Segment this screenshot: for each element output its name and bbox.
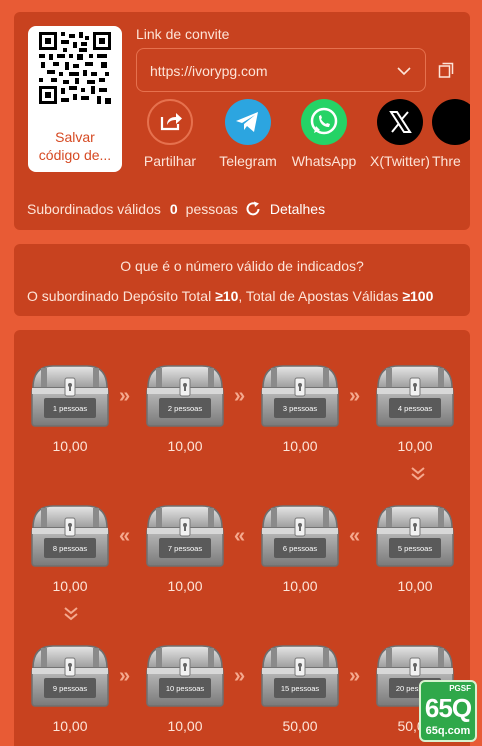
treasure-chest-7[interactable]: 7 pessoas — [144, 502, 226, 568]
arrow-left-icon: « — [119, 525, 131, 547]
refresh-icon[interactable] — [244, 200, 262, 218]
chest-label: 15 pessoas — [280, 684, 320, 693]
share-icon — [147, 99, 193, 145]
chest-label: 2 pessoas — [167, 404, 203, 413]
invite-link-label: Link de convite — [136, 26, 230, 42]
chest-label: 4 pessoas — [397, 404, 433, 413]
chest-label: 5 pessoas — [397, 544, 433, 553]
arrow-right-icon: » — [349, 385, 361, 407]
share-label: X(Twitter) — [370, 153, 430, 169]
qr-caption-line1: Salvar — [55, 129, 95, 145]
subordinates-count: 0 — [169, 201, 178, 217]
share-button-x-twitter[interactable]: X(Twitter) — [364, 99, 436, 169]
arrow-left-icon: « — [234, 525, 246, 547]
treasure-chest-11[interactable]: 15 pessoas — [259, 642, 341, 708]
arrow-right-icon: » — [349, 665, 361, 687]
chest-reward-value: 10,00 — [167, 718, 203, 734]
chest-label: 10 pessoas — [165, 684, 205, 693]
rule-middle: , Total de Apostas Válidas — [238, 288, 403, 304]
chest-reward-value: 10,00 — [52, 578, 88, 594]
arrow-right-icon: » — [234, 385, 246, 407]
arrow-down-icon — [64, 607, 78, 621]
share-button-whatsapp[interactable]: WhatsApp — [288, 99, 360, 169]
arrow-right-icon: » — [234, 665, 246, 687]
chest-reward-value: 10,00 — [52, 718, 88, 734]
whatsapp-icon — [301, 99, 347, 145]
telegram-icon — [225, 99, 271, 145]
qr-code-icon — [39, 32, 111, 104]
arrow-down-icon — [411, 467, 425, 481]
rule-deposit: ≥10 — [215, 288, 239, 304]
treasure-chest-2[interactable]: 2 pessoas — [144, 362, 226, 428]
treasure-chest-10[interactable]: 10 pessoas — [144, 642, 226, 708]
details-link[interactable]: Detalhes — [270, 201, 325, 217]
chest-label: 3 pessoas — [282, 404, 318, 413]
rule-text: O subordinado Depósito Total ≥10, Total … — [27, 288, 433, 304]
chests-card: 1 pessoas 10,00 2 pessoas 10,00 3 pessoa… — [14, 330, 470, 746]
share-label: Telegram — [219, 153, 277, 169]
chest-reward-value: 10,00 — [397, 438, 433, 454]
chevron-down-icon[interactable] — [397, 64, 411, 78]
treasure-chest-1[interactable]: 1 pessoas — [29, 362, 111, 428]
chest-reward-value: 10,00 — [282, 438, 318, 454]
copy-icon[interactable] — [438, 62, 454, 78]
valid-referral-rule-card: O que é o número válido de indicados? O … — [14, 244, 470, 316]
share-row: Partilhar Telegram WhatsApp X(Twitter) T… — [134, 99, 470, 171]
logo-domain-text: 65q.com — [425, 725, 471, 737]
qr-code-save-button[interactable]: Salvar código de... — [28, 26, 122, 172]
chest-label: 6 pessoas — [282, 544, 318, 553]
qr-caption: Salvar código de... — [32, 128, 118, 164]
chest-label: 7 pessoas — [167, 544, 203, 553]
chest-reward-value: 10,00 — [397, 578, 433, 594]
logo-main-text: 65Q — [424, 693, 472, 723]
chest-reward-value: 10,00 — [167, 438, 203, 454]
share-label: WhatsApp — [291, 153, 357, 169]
subordinates-label: Subordinados válidos — [27, 201, 161, 217]
share-button-partilhar[interactable]: Partilhar — [134, 99, 206, 169]
treasure-chest-6[interactable]: 6 pessoas — [259, 502, 341, 568]
threads-icon — [432, 99, 470, 145]
rule-question: O que é o número válido de indicados? — [120, 258, 364, 274]
chest-label: 9 pessoas — [52, 684, 88, 693]
share-button-telegram[interactable]: Telegram — [212, 99, 284, 169]
subordinates-row: Subordinados válidos 0 pessoas Detalhes — [27, 200, 325, 218]
rule-bets: ≥100 — [402, 288, 434, 304]
rule-prefix: O subordinado Depósito Total — [27, 288, 216, 304]
treasure-chest-3[interactable]: 3 pessoas — [259, 362, 341, 428]
chest-label: 1 pessoas — [52, 404, 88, 413]
chest-reward-value: 10,00 — [52, 438, 88, 454]
treasure-chest-8[interactable]: 8 pessoas — [29, 502, 111, 568]
chest-reward-value: 10,00 — [167, 578, 203, 594]
logo-top-text: PGSF — [449, 684, 471, 693]
treasure-chest-9[interactable]: 9 pessoas — [29, 642, 111, 708]
arrow-right-icon: » — [119, 385, 131, 407]
chest-reward-value: 10,00 — [282, 578, 318, 594]
x-twitter-icon — [377, 99, 423, 145]
qr-caption-line2: código de... — [38, 147, 112, 163]
share-label: Thre — [432, 153, 461, 169]
treasure-chest-4[interactable]: 4 pessoas — [374, 362, 456, 428]
invite-link-value: https://ivorypg.com — [150, 63, 268, 79]
arrow-left-icon: « — [349, 525, 361, 547]
subordinates-unit: pessoas — [185, 201, 238, 217]
share-button-threads[interactable]: Thre — [432, 99, 470, 169]
invite-link-field[interactable]: https://ivorypg.com — [136, 48, 426, 92]
arrow-right-icon: » — [119, 665, 131, 687]
treasure-chest-5[interactable]: 5 pessoas — [374, 502, 456, 568]
chest-reward-value: 50,00 — [282, 718, 318, 734]
chest-label: 8 pessoas — [52, 544, 88, 553]
site-logo: PGSF 65Q 65q.com — [419, 680, 477, 742]
share-label: Partilhar — [143, 153, 197, 169]
invite-card: Salvar código de... Link de convite http… — [14, 12, 470, 230]
